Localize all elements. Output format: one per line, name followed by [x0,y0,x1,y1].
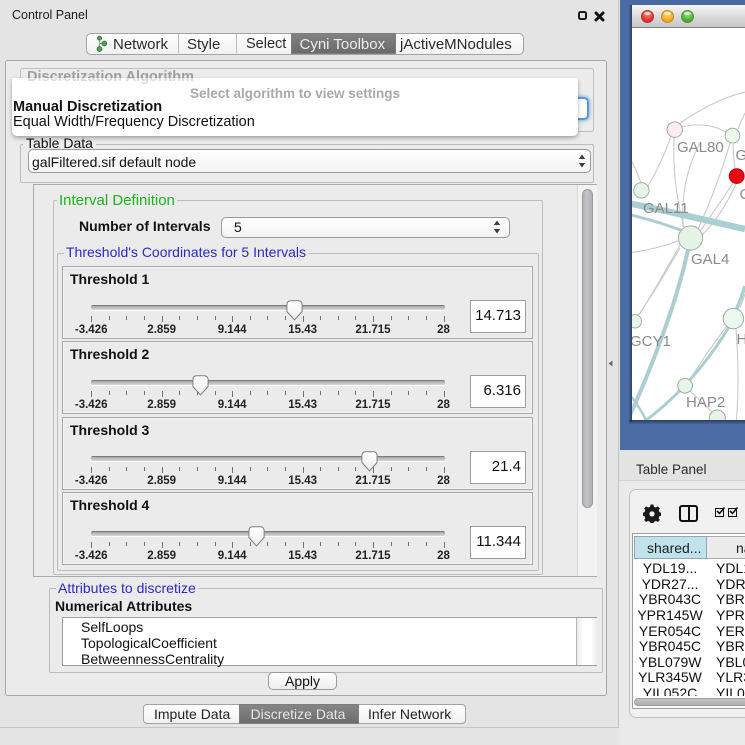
svg-text:HAP2: HAP2 [686,394,725,411]
svg-text:GAL80: GAL80 [677,139,724,156]
svg-text:C: C [740,186,745,203]
svg-text:GAL11: GAL11 [643,200,689,217]
svg-text:GAL4: GAL4 [691,251,729,268]
svg-text:H: H [737,331,745,348]
svg-text:GCY1: GCY1 [632,333,671,350]
svg-text:GA: GA [736,147,745,164]
